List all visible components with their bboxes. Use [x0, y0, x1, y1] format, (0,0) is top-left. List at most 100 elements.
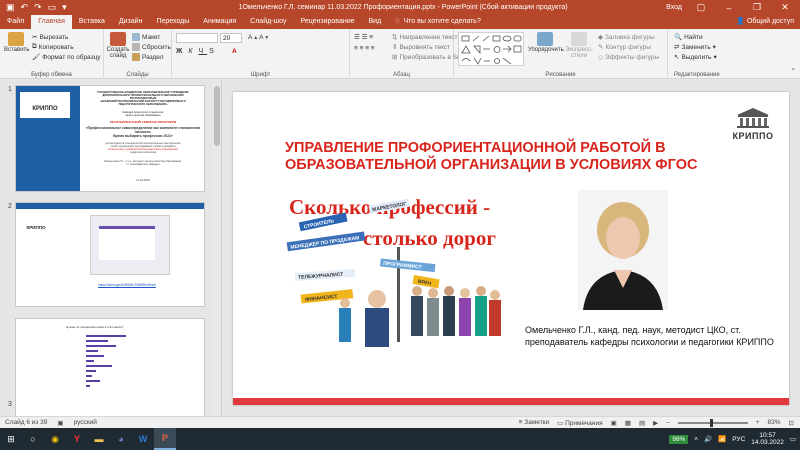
krippo-logo: КРИППО	[731, 107, 775, 141]
collapse-ribbon-icon[interactable]: ⌃	[791, 67, 796, 75]
volume-icon[interactable]: 🔊	[704, 435, 712, 443]
author-caption[interactable]: Омельченко Г.Л., канд. пед. наук, методи…	[525, 324, 781, 348]
svg-text:столько дорог: столько дорог	[363, 226, 496, 250]
fit-slide-icon[interactable]: ⊡	[789, 419, 794, 427]
select-button[interactable]: ↖ Выделить ▾	[674, 53, 717, 62]
text-direction-button[interactable]: ⇅ Направление текста	[392, 33, 461, 42]
undo-icon[interactable]: ↶	[21, 0, 29, 15]
font-color-button[interactable]: A	[232, 48, 237, 55]
tab-file[interactable]: Файл	[0, 15, 31, 29]
battery-indicator[interactable]: 98%	[669, 434, 689, 444]
tab-transitions[interactable]: Переходы	[149, 15, 196, 29]
quick-styles-icon	[571, 32, 587, 46]
redo-icon[interactable]: ↷	[34, 0, 42, 15]
arrange-button[interactable]: Упорядочить	[528, 32, 564, 53]
network-icon[interactable]: 📶	[718, 435, 726, 443]
chevron-up-icon[interactable]: ˄	[694, 436, 698, 443]
list-buttons[interactable]: ☰ ☰ ≡	[354, 33, 373, 41]
people-figures	[339, 286, 501, 347]
keyboard-language[interactable]: РУС	[732, 436, 745, 443]
zoom-slider[interactable]	[677, 418, 748, 427]
slide-thumbnail-2[interactable]: КРИППО https://forms.gle/2xRBMUTNBHRwHbw…	[15, 202, 205, 307]
author-photo	[578, 190, 668, 310]
shapes-gallery[interactable]	[458, 32, 524, 66]
shape-outline-button[interactable]: ✎ Контур фигуры	[598, 43, 651, 52]
notes-button[interactable]: ≡ Заметки	[519, 419, 549, 426]
zoom-in-button[interactable]: +	[756, 419, 760, 426]
slide-thumbnail-3[interactable]: Нужна ли профориентация в 4-8 классе?	[15, 318, 205, 416]
thumbnail-theme: «Профессиональное самоопределение как ко…	[85, 126, 201, 138]
tab-animations[interactable]: Анимация	[196, 15, 243, 29]
tab-home[interactable]: Главная	[31, 15, 72, 29]
text-direction-icon: ⇅	[392, 34, 398, 41]
brush-icon: 🖌	[32, 54, 41, 61]
language-indicator[interactable]: русский	[74, 419, 97, 427]
find-button[interactable]: 🔍 Найти	[674, 33, 703, 42]
current-slide[interactable]: КРИППО УПРАВЛЕНИЕ ПРОФОРИЕНТАЦИОННОЙ РАБ…	[233, 92, 789, 405]
copy-button[interactable]: ⧉ Копировать	[32, 43, 74, 51]
slide-title[interactable]: УПРАВЛЕНИЕ ПРОФОРИЕНТАЦИОННОЙ РАБОТОЙ В …	[285, 140, 705, 174]
layout-button[interactable]: Макет	[132, 33, 160, 41]
sorter-view-icon[interactable]: ▦	[625, 419, 631, 427]
tab-review[interactable]: Рецензирование	[293, 15, 361, 29]
presentation-icon[interactable]: ▭	[48, 0, 57, 15]
comments-button[interactable]: ▭ Примечания	[557, 419, 602, 427]
lightbulb-icon: ♢	[394, 18, 401, 25]
outline-icon: ✎	[598, 44, 604, 51]
reset-button[interactable]: Сбросить	[132, 43, 171, 51]
thumbnail-logo: КРИППО	[20, 92, 70, 118]
zoom-out-button[interactable]: –	[666, 419, 670, 426]
shape-fill-button[interactable]: ◆ Заливка фигуры	[598, 33, 655, 42]
font-name-box[interactable]	[176, 33, 218, 43]
align-text-button[interactable]: ⇕ Выровнять текст	[392, 43, 450, 52]
maximize-button[interactable]: ❐	[748, 2, 766, 13]
search-icon[interactable]: ○	[22, 428, 44, 450]
notifications-icon[interactable]: ▭	[790, 435, 796, 443]
font-size-box[interactable]: 20	[220, 33, 242, 43]
paste-button[interactable]: Вставить	[4, 32, 29, 53]
format-painter-button[interactable]: 🖌 Формат по образцу	[32, 53, 101, 62]
cut-button[interactable]: ✂ Вырезать	[32, 33, 68, 42]
close-button[interactable]: ✕	[776, 2, 794, 13]
copy-icon: ⧉	[32, 43, 37, 50]
customize-qa-icon[interactable]: ▾	[62, 0, 67, 15]
effects-icon: ◇	[598, 54, 603, 61]
login-link[interactable]: Вход	[666, 4, 682, 11]
word-icon[interactable]: W	[132, 428, 154, 450]
professions-image: Сколько профессий - столько дорог СТРОИТ…	[285, 187, 503, 347]
clock[interactable]: 10:57 14.03.2022	[751, 432, 784, 446]
section-button[interactable]: Раздел	[132, 53, 163, 61]
tell-me-search[interactable]: ♢ Что вы хотите сделать?	[394, 15, 481, 29]
chrome-icon[interactable]: ◉	[44, 428, 66, 450]
replace-button[interactable]: ⇄ Заменить ▾	[674, 43, 716, 52]
slideshow-view-icon[interactable]: ▶	[653, 419, 658, 427]
quick-access-toolbar: ▣ ↶ ↷ ▭ ▾	[0, 0, 140, 15]
panel-scrollbar[interactable]	[213, 80, 221, 416]
minimize-button[interactable]: –	[720, 3, 738, 13]
powerpoint-icon[interactable]: P	[154, 428, 176, 450]
font-size-buttons[interactable]: A ▴ A ▾	[248, 34, 268, 41]
font-style-buttons[interactable]: ЖКЧS	[176, 48, 218, 55]
save-icon[interactable]: ▣	[6, 0, 15, 15]
tab-design[interactable]: Дизайн	[112, 15, 150, 29]
tab-slideshow[interactable]: Слайд-шоу	[243, 15, 293, 29]
slide-thumbnail-1[interactable]: КРИППО ГОСУДАРСТВЕННОЕ БЮДЖЕТНОЕ ОБРАЗОВ…	[15, 85, 205, 192]
building-icon	[737, 108, 769, 128]
shape-effects-button[interactable]: ◇ Эффекты фигуры	[598, 53, 659, 62]
tab-insert[interactable]: Вставка	[72, 15, 112, 29]
new-slide-button[interactable]: Создать слайд	[106, 32, 130, 59]
align-buttons[interactable]: ≡ ≡ ≡ ≡	[354, 45, 375, 52]
ribbon-display-icon[interactable]: ▢	[692, 2, 710, 13]
discord-icon[interactable]: ◕	[110, 428, 132, 450]
quick-styles-button[interactable]: Экспресс-стили	[564, 32, 594, 59]
yandex-icon[interactable]: Y	[66, 428, 88, 450]
thumbnail-screenshot	[90, 215, 170, 275]
spellcheck-icon[interactable]: ▣	[57, 419, 63, 427]
normal-view-icon[interactable]: ▣	[611, 419, 617, 427]
zoom-level[interactable]: 83%	[768, 419, 781, 426]
file-explorer-icon[interactable]: ▬	[88, 428, 110, 450]
windows-start-icon[interactable]: ⊞	[0, 428, 22, 450]
share-button[interactable]: 👤 Общий доступ	[730, 15, 800, 29]
reading-view-icon[interactable]: ▤	[639, 419, 645, 427]
tab-view[interactable]: Вид	[362, 15, 389, 29]
